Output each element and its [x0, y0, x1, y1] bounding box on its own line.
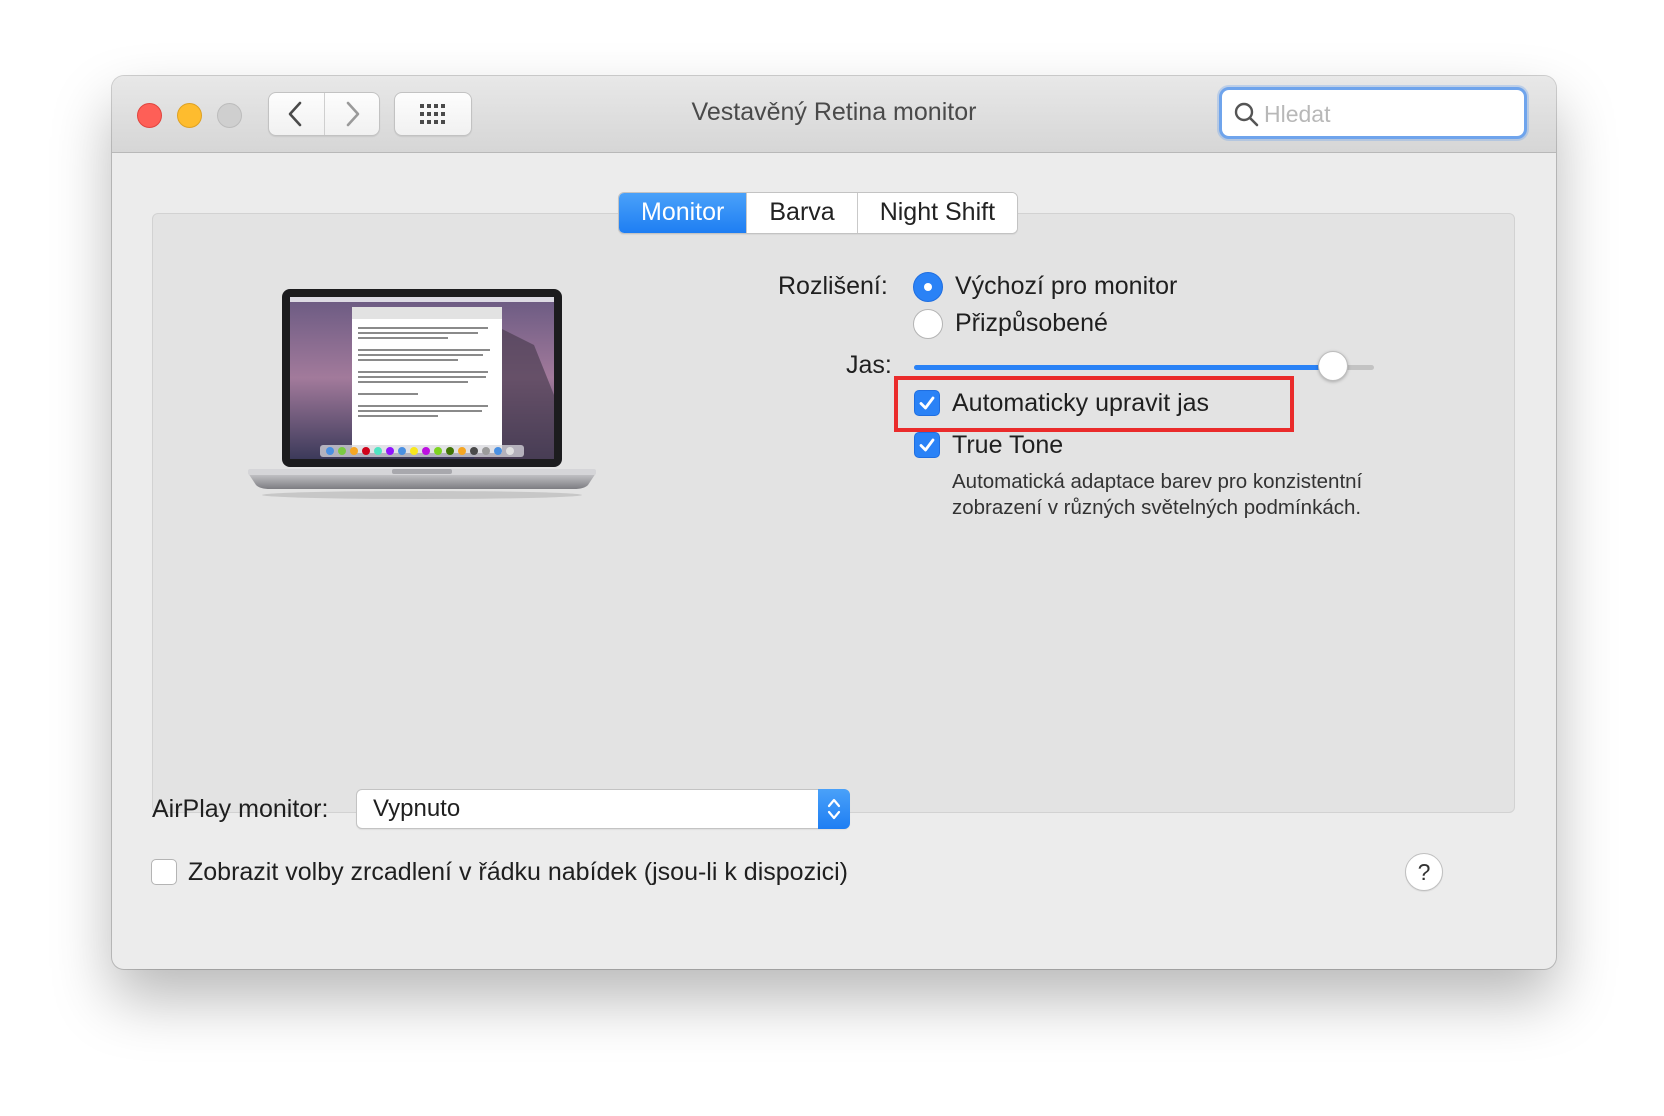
brightness-slider-fill — [914, 365, 1333, 370]
checkmark-icon — [919, 438, 935, 452]
radio-default-label: Výchozí pro monitor — [955, 272, 1178, 300]
airplay-label: AirPlay monitor: — [152, 795, 329, 823]
tab-barva[interactable]: Barva — [746, 193, 857, 233]
radio-scaled-label: Přizpůsobené — [955, 309, 1108, 337]
title-bar: Vestavěný Retina monitor — [112, 76, 1556, 153]
radio-default-resolution[interactable] — [913, 272, 943, 302]
true-tone-description: Automatická adaptace barev pro konzisten… — [952, 469, 1432, 521]
tab-bar: Monitor Barva Night Shift — [618, 192, 1019, 234]
chevron-up-down-icon — [827, 798, 841, 820]
mirroring-checkbox[interactable] — [151, 859, 177, 885]
search-field[interactable] — [1219, 87, 1527, 139]
tab-monitor[interactable]: Monitor — [619, 193, 747, 233]
brightness-slider-knob[interactable] — [1317, 351, 1348, 381]
search-icon — [1234, 102, 1259, 127]
help-button[interactable]: ? — [1405, 853, 1443, 891]
true-tone-description-line2: zobrazení v různých světelných podmínkác… — [952, 496, 1362, 519]
true-tone-description-line1: Automatická adaptace barev pro konzisten… — [952, 470, 1363, 493]
true-tone-checkbox[interactable] — [914, 432, 940, 458]
laptop-illustration — [248, 289, 596, 499]
brightness-slider[interactable] — [914, 351, 1374, 381]
tab-night-shift[interactable]: Night Shift — [856, 193, 1018, 233]
airplay-select[interactable]: Vypnuto — [356, 789, 850, 829]
search-input[interactable] — [1262, 97, 1516, 131]
mirroring-label: Zobrazit volby zrcadlení v řádku nabídek… — [188, 858, 848, 886]
select-stepper[interactable] — [818, 789, 850, 829]
preferences-window: Vestavěný Retina monitor Monitor Barva N… — [112, 76, 1556, 969]
highlight-frame — [894, 376, 1294, 432]
resolution-label: Rozlišení: — [778, 272, 888, 300]
true-tone-label: True Tone — [952, 431, 1064, 459]
radio-scaled-resolution[interactable] — [913, 309, 943, 339]
airplay-select-value: Vypnuto — [373, 795, 461, 822]
brightness-label: Jas: — [846, 351, 892, 379]
